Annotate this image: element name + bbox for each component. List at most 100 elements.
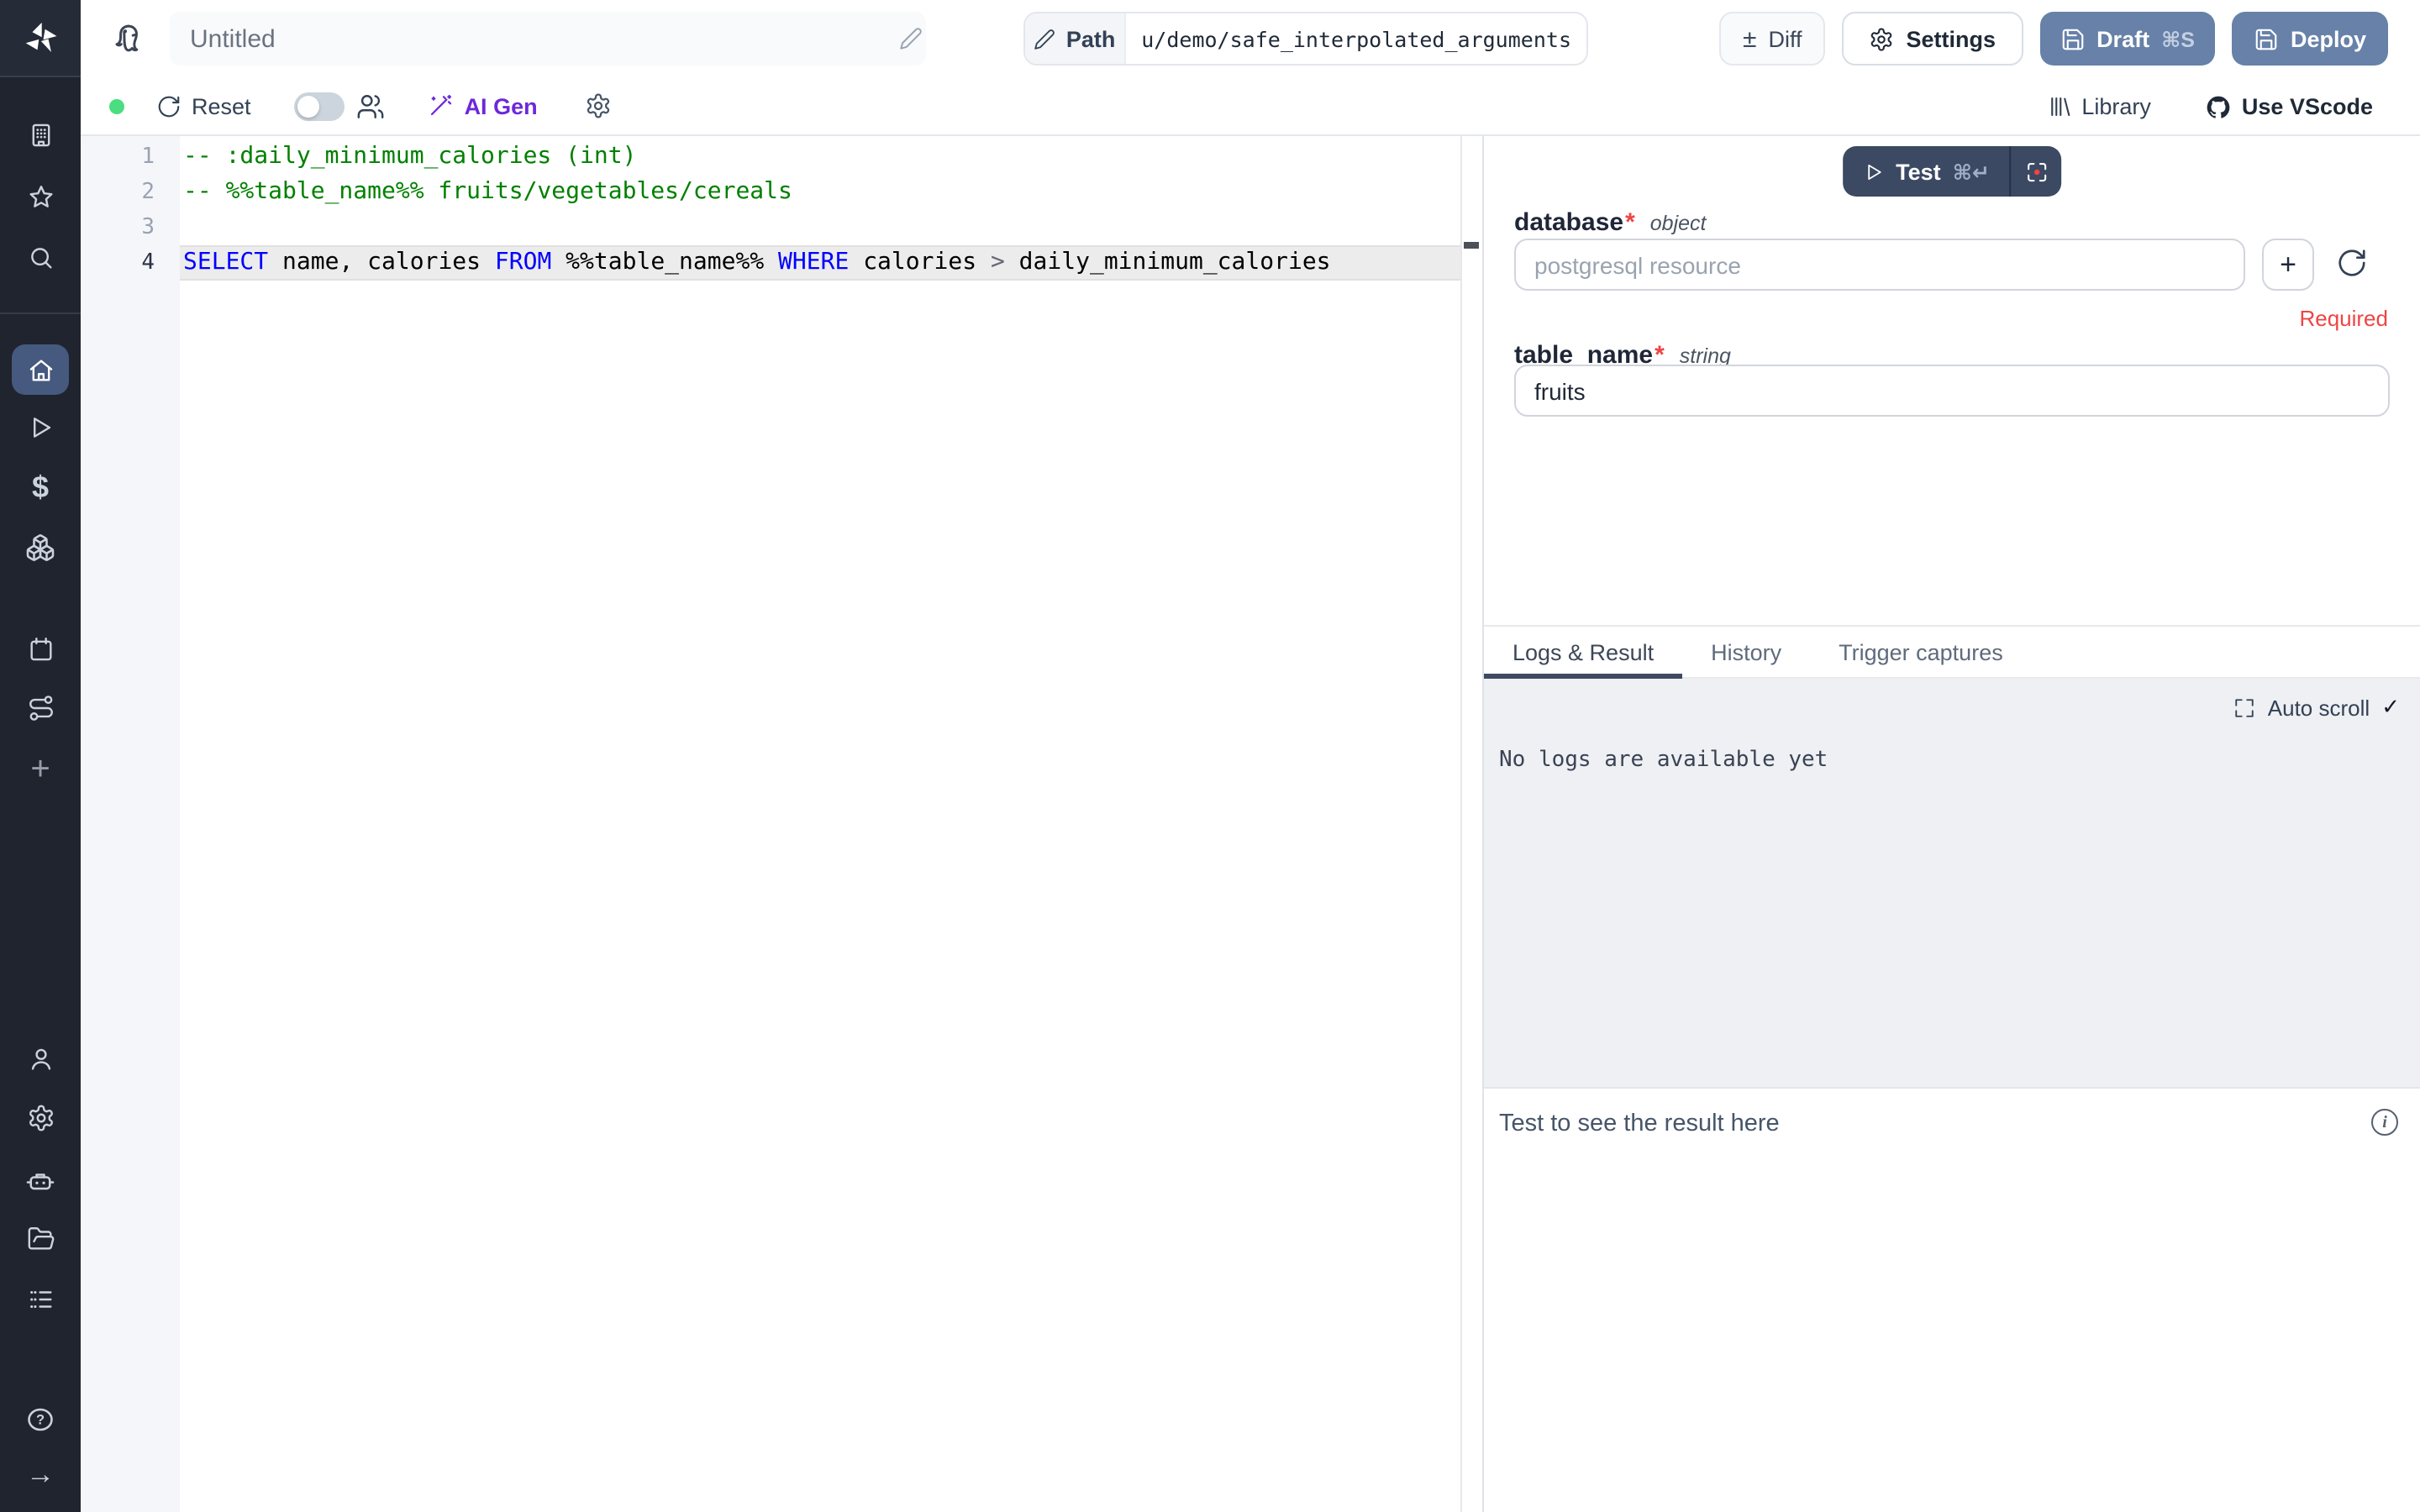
- calendar-icon: [26, 634, 55, 663]
- settings-button[interactable]: Settings: [1843, 12, 2023, 66]
- home-icon: [26, 355, 55, 384]
- route-icon: [26, 693, 55, 722]
- ai-gen-button[interactable]: AI Gen: [428, 92, 538, 119]
- database-resource-input[interactable]: [1514, 239, 2245, 291]
- code-line-4[interactable]: SELECT name, calories FROM %%table_name%…: [183, 245, 1455, 281]
- sidebar-item-folders[interactable]: [0, 1210, 81, 1267]
- tab-trigger-captures[interactable]: Trigger captures: [1810, 627, 2032, 677]
- star-icon: [26, 182, 55, 211]
- code-content[interactable]: -- :daily_minimum_calories (int) -- %%ta…: [183, 139, 1455, 281]
- overview-ruler-cursor: [1464, 242, 1479, 249]
- auto-scroll-toggle[interactable]: Auto scroll ✓: [2234, 694, 2400, 721]
- check-icon: ✓: [2381, 694, 2400, 721]
- magic-wand-icon: [428, 92, 455, 119]
- editor-scrollbar[interactable]: [1460, 136, 1482, 1512]
- sidebar-item-expand[interactable]: →: [0, 1445, 81, 1502]
- folder-open-icon: [26, 1224, 55, 1252]
- topbar: Path u/demo/safe_interpolated_arguments …: [81, 0, 2420, 77]
- plus-icon: +: [2280, 248, 2296, 281]
- save-icon: [2254, 26, 2279, 51]
- sidebar-item-workspace[interactable]: [0, 106, 81, 163]
- result-area: Test to see the result here i: [1484, 1087, 2420, 1512]
- draft-shortcut: ⌘S: [2161, 26, 2195, 51]
- logs-area: Auto scroll ✓ No logs are available yet: [1484, 679, 2420, 1087]
- test-panel: Test ⌘↵ database* object + Required tabl…: [1482, 136, 2420, 1512]
- status-dot: [109, 98, 124, 113]
- test-button[interactable]: Test ⌘↵: [1842, 146, 2062, 197]
- gear-icon: [26, 1103, 55, 1131]
- sidebar-item-schedules[interactable]: [0, 620, 81, 677]
- sidebar-item-runs[interactable]: [0, 398, 81, 455]
- add-resource-button[interactable]: +: [2262, 239, 2314, 291]
- expand-icon: [2234, 696, 2256, 718]
- plus-icon: +: [30, 753, 50, 786]
- use-vscode-button[interactable]: Use VScode: [2205, 93, 2373, 120]
- sidebar-item-triggers[interactable]: [0, 679, 81, 736]
- diff-button[interactable]: ± Diff: [1719, 12, 1826, 66]
- arrow-right-icon: →: [26, 1459, 55, 1488]
- github-icon: [2205, 93, 2232, 120]
- sidebar-item-settings[interactable]: [0, 1089, 81, 1146]
- collaboration-toggle[interactable]: [295, 92, 345, 120]
- code-line-3[interactable]: [183, 210, 1455, 245]
- sidebar-item-create[interactable]: +: [0, 741, 81, 798]
- code-editor[interactable]: 1 2 3 4 -- :daily_minimum_calories (int)…: [81, 136, 1482, 1512]
- toggle-knob: [298, 95, 320, 117]
- sidebar-item-variables[interactable]: $: [0, 459, 81, 516]
- sidebar-item-resources[interactable]: [0, 519, 81, 576]
- toolbar-right: Library Use VScode: [2046, 77, 2373, 136]
- building-icon: [26, 120, 55, 149]
- refresh-icon: [156, 93, 182, 118]
- play-icon: [26, 412, 55, 441]
- users-icon[interactable]: [357, 92, 386, 120]
- sidebar-item-favorites[interactable]: [0, 168, 81, 225]
- test-button-main[interactable]: Test ⌘↵: [1842, 146, 2010, 197]
- library-button[interactable]: Library: [2046, 94, 2151, 119]
- capture-button[interactable]: [2012, 146, 2062, 197]
- capture-frame-icon: [2024, 159, 2049, 184]
- sidebar-item-workers[interactable]: [0, 1152, 81, 1210]
- refresh-resources-icon[interactable]: [2336, 247, 2368, 279]
- info-icon[interactable]: i: [2371, 1109, 2398, 1136]
- editor-gutter: [81, 136, 180, 1512]
- path-label-segment: Path: [1025, 13, 1126, 64]
- library-icon: [2046, 94, 2071, 119]
- search-icon: [26, 243, 55, 271]
- save-icon: [2060, 26, 2085, 51]
- field-type: object: [1650, 212, 1707, 235]
- script-title-input[interactable]: [170, 12, 926, 66]
- draft-button[interactable]: Draft ⌘S: [2039, 12, 2215, 66]
- required-asterisk: *: [1625, 208, 1635, 237]
- tab-history[interactable]: History: [1682, 627, 1810, 677]
- reset-button[interactable]: Reset: [156, 93, 251, 118]
- list-icon: [26, 1284, 55, 1313]
- sidebar: $ +: [0, 0, 81, 1512]
- sidebar-item-help[interactable]: ?: [0, 1391, 81, 1448]
- edit-title-pencil-icon[interactable]: [899, 27, 923, 50]
- test-shortcut: ⌘↵: [1953, 159, 1990, 184]
- code-line-2[interactable]: -- %%table_name%% fruits/vegetables/cere…: [183, 175, 1455, 210]
- table-name-input[interactable]: [1514, 365, 2390, 417]
- path-pill[interactable]: Path u/demo/safe_interpolated_arguments: [1023, 12, 1588, 66]
- sidebar-item-home[interactable]: [0, 341, 81, 398]
- deploy-button[interactable]: Deploy: [2232, 12, 2388, 66]
- robot-icon: [25, 1166, 55, 1196]
- line-numbers: 1 2 3 4: [81, 139, 155, 281]
- gear-icon[interactable]: [585, 92, 612, 119]
- no-logs-message: No logs are available yet: [1499, 748, 1828, 773]
- boxes-icon: [25, 533, 55, 563]
- postgresql-icon: [111, 20, 146, 57]
- code-line-1[interactable]: -- :daily_minimum_calories (int): [183, 139, 1455, 175]
- sidebar-item-users[interactable]: [0, 1030, 81, 1087]
- required-hint: Required: [2299, 306, 2388, 331]
- result-hint: Test to see the result here: [1499, 1110, 1780, 1137]
- windmill-logo[interactable]: [0, 0, 81, 77]
- sidebar-item-audit-logs[interactable]: [0, 1270, 81, 1327]
- gear-icon: [1870, 26, 1895, 51]
- tab-logs-result[interactable]: Logs & Result: [1484, 627, 1682, 677]
- sidebar-item-search[interactable]: [0, 228, 81, 286]
- path-value[interactable]: u/demo/safe_interpolated_arguments: [1126, 13, 1586, 64]
- sidebar-divider: [0, 312, 81, 314]
- windmill-logo-icon: [18, 16, 62, 60]
- play-icon: [1862, 160, 1884, 182]
